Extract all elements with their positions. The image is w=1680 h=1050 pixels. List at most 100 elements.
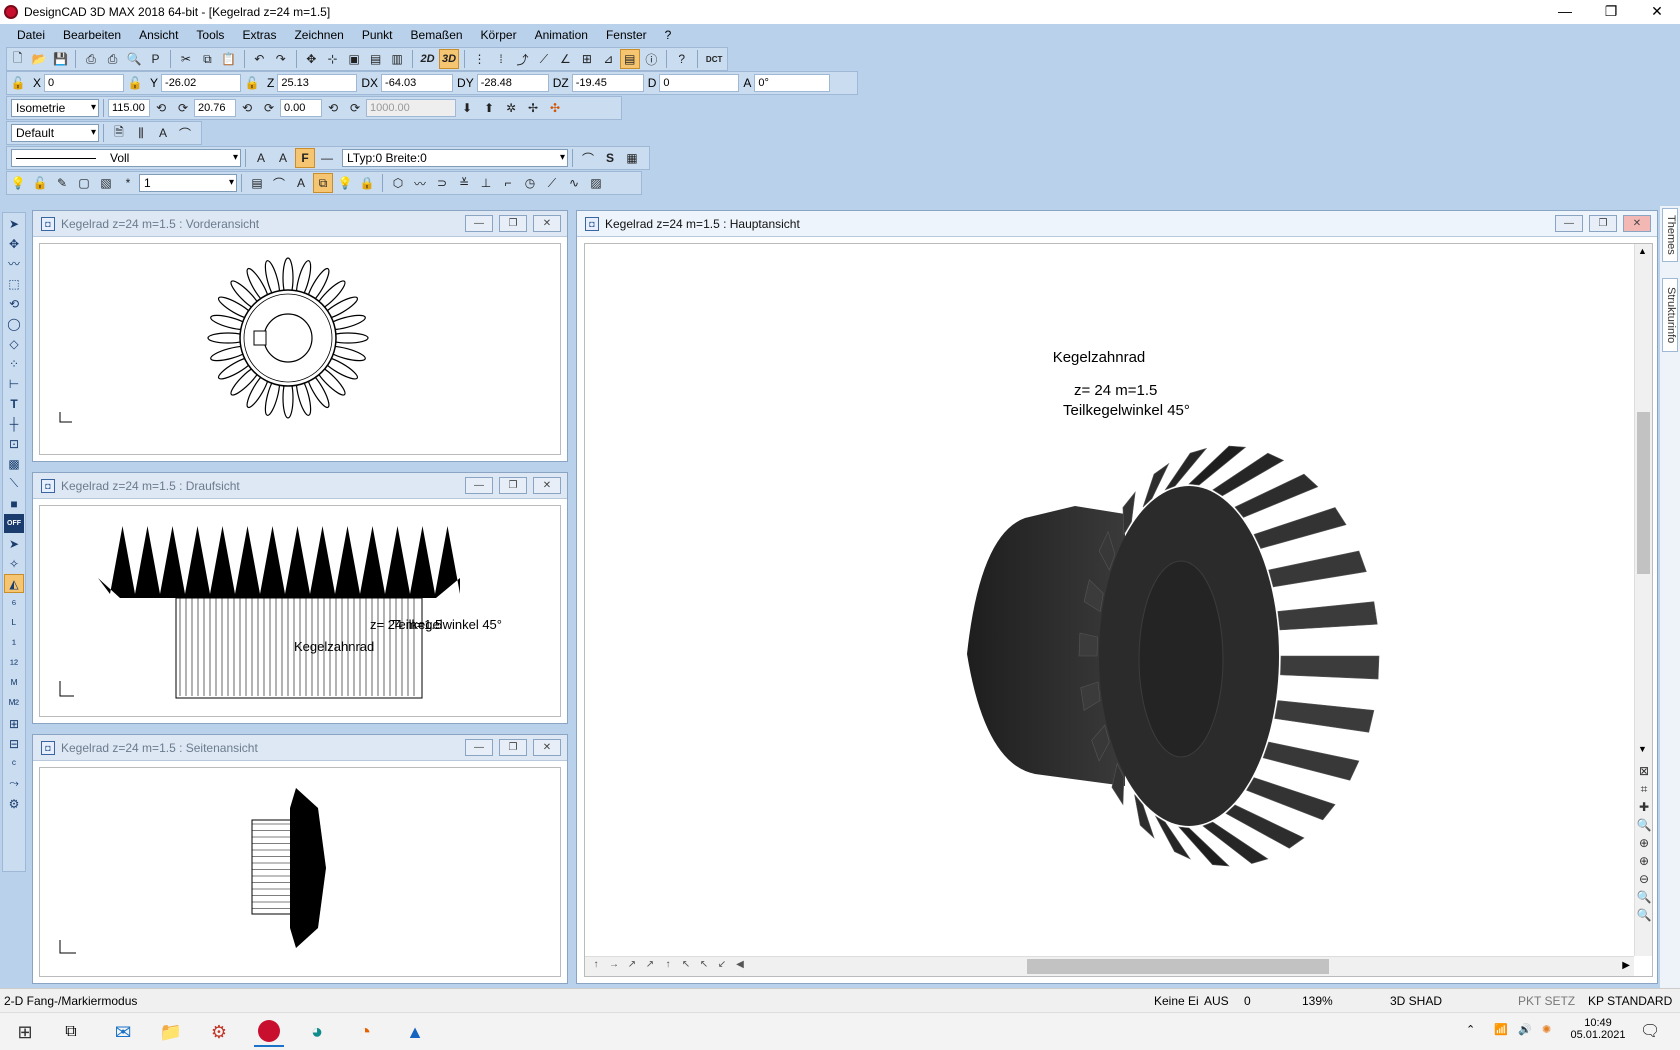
snap-c-icon[interactable]: ᶜ [4,754,24,773]
layer-bulb-icon[interactable]: 💡 [335,173,355,193]
line-type-select[interactable]: Voll [11,149,241,167]
document-icon[interactable]: 🗎 [109,123,129,143]
front-minimize-button[interactable]: — [465,215,493,232]
snap-arrow-icon[interactable]: ⤳ [4,774,24,793]
firefox-icon[interactable]: ◔ [350,1017,380,1047]
perp-icon[interactable]: ⊥ [476,173,496,193]
hatch-icon[interactable]: ▨ [586,173,606,193]
wave-icon[interactable]: 〰 [410,173,430,193]
clock[interactable]: 10:49 05.01.2021 [1568,1017,1628,1041]
zoom-plus-icon[interactable]: ⊕ [1636,852,1652,870]
cut-icon[interactable]: ✂ [176,49,195,69]
lock-x-icon[interactable]: 🔓 [8,73,28,93]
arrow-nw-nav-icon[interactable]: ↖ [677,959,695,970]
main-view-titlebar[interactable]: ◘ Kegelrad z=24 m=1.5 : Hauptansicht — ❐… [577,211,1657,237]
front-view-titlebar[interactable]: ◘ Kegelrad z=24 m=1.5 : Vorderansicht — … [33,211,567,237]
cube-icon[interactable]: ⬡ [388,173,408,193]
mode-3d-button[interactable]: 3D [439,49,459,69]
side-maximize-button[interactable]: ❐ [499,739,527,756]
mail-icon[interactable]: ✉ [108,1017,138,1047]
zoom-all-icon[interactable]: 🔍 [1636,888,1652,906]
text-tool-icon[interactable]: T [4,394,24,413]
a-field[interactable]: 0° [754,74,831,92]
horizontal-scroll-thumb[interactable] [1027,959,1329,974]
main-close-button[interactable]: ✕ [1623,215,1651,232]
mode-2d-button[interactable]: 2D [418,49,437,69]
point-icon[interactable]: ⊹ [323,49,342,69]
z-field[interactable]: 25.13 [277,74,358,92]
designcad-taskbar-icon[interactable] [254,1017,284,1047]
top-view-window[interactable]: ◘ Kegelrad z=24 m=1.5 : Draufsicht — ❐ ✕… [32,472,568,724]
bulb-icon[interactable]: 💡 [8,173,28,193]
front-viewport[interactable] [39,243,561,455]
save-icon[interactable]: 💾 [51,49,70,69]
task-view-icon[interactable]: ⧉ [56,1017,86,1047]
info-icon[interactable]: ⓘ [642,49,661,69]
top-close-button[interactable]: ✕ [533,477,561,494]
arrow-up-nav-icon[interactable]: ↑ [587,959,605,970]
add-view-icon[interactable]: ✚ [1636,798,1652,816]
layer-copy-icon[interactable]: ⧉ [313,173,333,193]
rotate-icon-3[interactable]: ⟲ [237,98,257,118]
snap-12-icon[interactable]: ¹² [4,654,24,673]
pdf-icon[interactable]: P [146,49,165,69]
off-icon[interactable]: OFF [4,514,24,533]
cursor-snap-icon[interactable]: ⊿ [599,49,618,69]
side-view-window[interactable]: ◘ Kegelrad z=24 m=1.5 : Seitenansicht — … [32,734,568,984]
scroll-up-icon[interactable]: ▲ [1638,246,1647,256]
snap-6-icon[interactable]: ⁶ [4,594,24,613]
arrow-left-nav-icon[interactable]: ↙ [713,959,731,970]
minimize-button[interactable]: — [1542,0,1588,24]
dx-field[interactable]: -64.03 [381,74,454,92]
dct-button[interactable]: DCT [702,49,725,69]
edge-browser-icon[interactable]: ◕ [302,1017,332,1047]
font-icon[interactable]: A [273,148,293,168]
menu-help[interactable]: ? [656,28,681,42]
menu-datei[interactable]: Datei [8,28,54,42]
hatch-tool-icon[interactable]: ▩ [4,454,24,473]
corner-icon[interactable]: ⌐ [498,173,518,193]
move-icon[interactable]: ✥ [4,234,24,253]
top-viewport[interactable]: z= 24 m=1.5 Teilkegelwinkel 45° Kegelzah… [39,505,561,717]
snap-gear-icon[interactable]: ⚙ [4,794,24,813]
zoom-prev-icon[interactable]: 🔍 [1636,906,1652,924]
axis-icon[interactable]: ⤴ [513,49,532,69]
restore-button[interactable]: ❐ [1588,0,1634,24]
x-field[interactable]: 0 [44,74,125,92]
polyline-icon[interactable]: 〰 [4,254,24,273]
group-icon[interactable]: ⊡ [4,434,24,453]
windows-start-icon[interactable]: ⊞ [10,1017,40,1047]
file-explorer-icon[interactable]: 📁 [156,1017,186,1047]
scroll-right-icon[interactable]: ▶ [1622,960,1630,971]
fill-button[interactable]: F [295,148,315,168]
panel-icon[interactable]: ▤ [620,49,640,69]
print-icon[interactable]: ⎙ [81,49,100,69]
arrow-ne-nav-icon[interactable]: ↗ [623,959,641,970]
side-view-titlebar[interactable]: ◘ Kegelrad z=24 m=1.5 : Seitenansicht — … [33,735,567,761]
menu-animation[interactable]: Animation [526,28,597,42]
side-viewport[interactable] [39,767,561,977]
curve-icon[interactable]: ∿ [564,173,584,193]
pan-icon[interactable]: ✥ [302,49,321,69]
draw-line-icon[interactable]: ⟋ [534,49,553,69]
redo-icon[interactable]: ↷ [271,49,290,69]
clock-icon[interactable]: ◷ [520,173,540,193]
volume-icon[interactable]: 🔊 [1518,1023,1532,1036]
solid-icon[interactable]: ■ [4,494,24,513]
main-maximize-button[interactable]: ❐ [1589,215,1617,232]
menu-koerper[interactable]: Körper [472,28,526,42]
tray-chevron-icon[interactable]: ⌃ [1466,1023,1475,1036]
main-vertical-scrollbar[interactable]: ▲ ▼ ⊠ ⌗ ✚ 🔍 ⊕ ⊕ ⊖ 🔍 🔍 [1634,244,1652,956]
dy-field[interactable]: -28.48 [476,74,549,92]
side-minimize-button[interactable]: — [465,739,493,756]
layer-brush-icon[interactable]: ⌒ [269,173,289,193]
snap-m2-icon[interactable]: ᴹ² [4,694,24,713]
zoom-extents-icon[interactable]: 🔍 [1636,816,1652,834]
erase-icon[interactable]: ◇ [4,334,24,353]
snap-1-icon[interactable]: ¹ [4,634,24,653]
photos-icon[interactable]: ▲ [400,1017,430,1047]
strukturinfo-tab[interactable]: Strukturinfo [1662,278,1678,352]
line-width-select[interactable]: LTyp:0 Breite:0 [342,149,568,167]
camera-icon[interactable]: ✲ [501,98,521,118]
lock-layer-icon[interactable]: 🔓 [30,173,50,193]
